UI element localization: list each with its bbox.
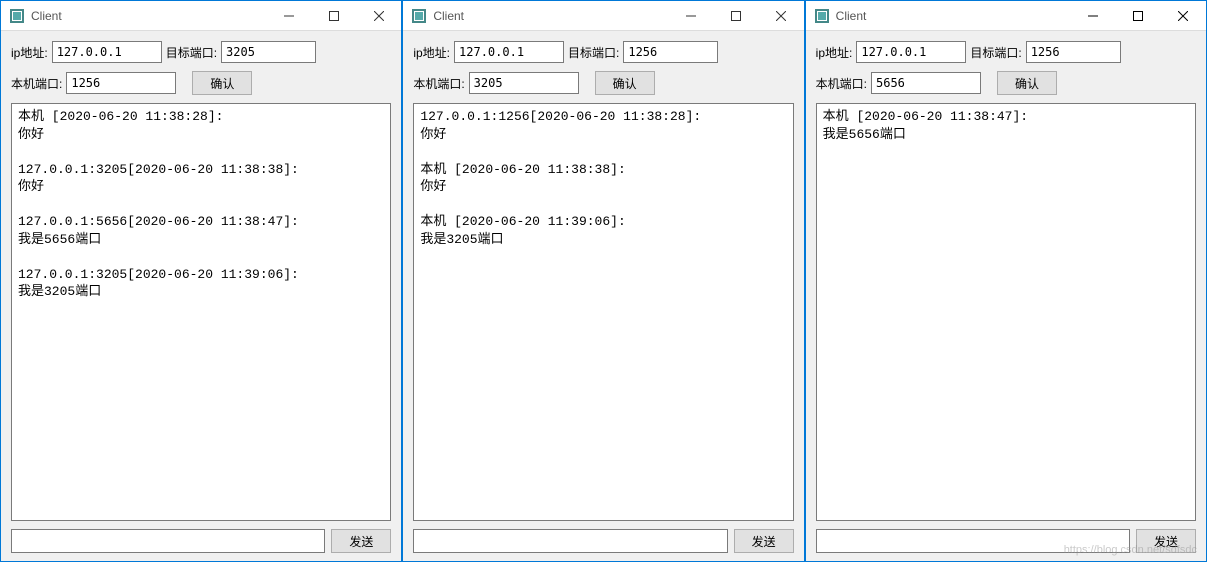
window-controls (266, 1, 401, 30)
titlebar[interactable]: Client (403, 1, 803, 31)
client-area: ip地址: 目标端口: 本机端口: 确认 本机 [2020-06-20 11:3… (806, 31, 1206, 561)
maximize-button[interactable] (311, 1, 356, 30)
client-window: Client ip地址: 目标端口: 本机端口: 确认 127.0.0.1:12… (402, 0, 804, 562)
local-port-row: 本机端口: 确认 (11, 71, 391, 95)
local-port-input[interactable] (871, 72, 981, 94)
send-row: 发送 (11, 529, 391, 553)
message-log[interactable]: 本机 [2020-06-20 11:38:47]: 我是5656端口 (816, 103, 1196, 521)
app-icon (814, 8, 830, 24)
maximize-button[interactable] (1116, 1, 1161, 30)
target-port-label: 目标端口: (568, 44, 619, 61)
client-area: ip地址: 目标端口: 本机端口: 确认 本机 [2020-06-20 11:3… (1, 31, 401, 561)
local-port-label: 本机端口: (413, 75, 464, 92)
app-icon (411, 8, 427, 24)
local-port-input[interactable] (66, 72, 176, 94)
ip-input[interactable] (52, 41, 162, 63)
ip-input[interactable] (454, 41, 564, 63)
target-port-input[interactable] (1026, 41, 1121, 63)
window-controls (669, 1, 804, 30)
target-port-label: 目标端口: (970, 44, 1021, 61)
minimize-button[interactable] (266, 1, 311, 30)
close-button[interactable] (356, 1, 401, 30)
local-port-input[interactable] (469, 72, 579, 94)
app-icon (9, 8, 25, 24)
minimize-button[interactable] (669, 1, 714, 30)
send-button[interactable]: 发送 (734, 529, 794, 553)
send-button[interactable]: 发送 (1136, 529, 1196, 553)
send-input[interactable] (816, 529, 1130, 553)
local-port-row: 本机端口: 确认 (816, 71, 1196, 95)
message-log[interactable]: 127.0.0.1:1256[2020-06-20 11:38:28]: 你好 … (413, 103, 793, 521)
target-port-input[interactable] (221, 41, 316, 63)
send-button[interactable]: 发送 (331, 529, 391, 553)
ip-label: ip地址: (816, 44, 853, 61)
titlebar[interactable]: Client (806, 1, 1206, 31)
send-input[interactable] (413, 529, 727, 553)
close-button[interactable] (759, 1, 804, 30)
window-title: Client (836, 9, 1071, 23)
client-window: Client ip地址: 目标端口: 本机端口: 确认 本机 [2020-06-… (805, 0, 1207, 562)
confirm-button[interactable]: 确认 (192, 71, 252, 95)
target-port-input[interactable] (623, 41, 718, 63)
ip-row: ip地址: 目标端口: (816, 41, 1196, 63)
ip-row: ip地址: 目标端口: (413, 41, 793, 63)
window-controls (1071, 1, 1206, 30)
send-row: 发送 (413, 529, 793, 553)
close-button[interactable] (1161, 1, 1206, 30)
send-row: 发送 (816, 529, 1196, 553)
titlebar[interactable]: Client (1, 1, 401, 31)
minimize-button[interactable] (1071, 1, 1116, 30)
window-title: Client (433, 9, 668, 23)
target-port-label: 目标端口: (166, 44, 217, 61)
client-area: ip地址: 目标端口: 本机端口: 确认 127.0.0.1:1256[2020… (403, 31, 803, 561)
ip-input[interactable] (856, 41, 966, 63)
local-port-label: 本机端口: (816, 75, 867, 92)
confirm-button[interactable]: 确认 (595, 71, 655, 95)
confirm-button[interactable]: 确认 (997, 71, 1057, 95)
maximize-button[interactable] (714, 1, 759, 30)
ip-label: ip地址: (11, 44, 48, 61)
message-log[interactable]: 本机 [2020-06-20 11:38:28]: 你好 127.0.0.1:3… (11, 103, 391, 521)
local-port-row: 本机端口: 确认 (413, 71, 793, 95)
ip-row: ip地址: 目标端口: (11, 41, 391, 63)
ip-label: ip地址: (413, 44, 450, 61)
window-title: Client (31, 9, 266, 23)
local-port-label: 本机端口: (11, 75, 62, 92)
client-window: Client ip地址: 目标端口: 本机端口: 确认 本机 [2020-06-… (0, 0, 402, 562)
send-input[interactable] (11, 529, 325, 553)
